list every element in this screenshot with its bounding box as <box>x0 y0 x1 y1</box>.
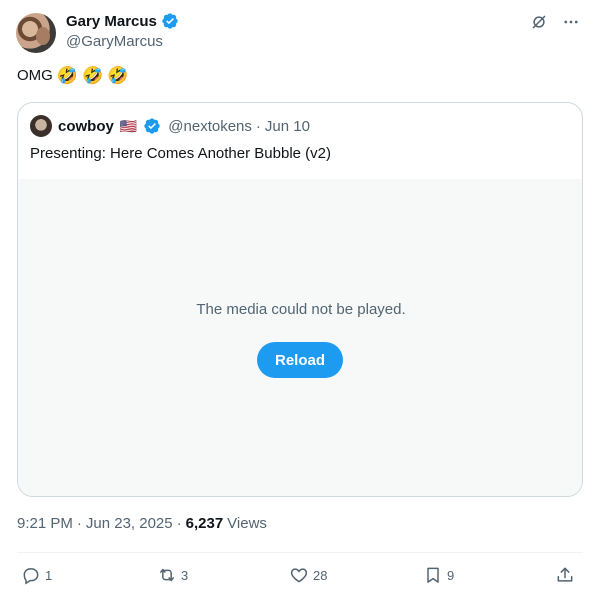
bookmark-icon <box>427 567 439 583</box>
like-button[interactable]: 28 <box>289 565 327 585</box>
reply-button[interactable]: 1 <box>21 565 52 585</box>
repost-icon <box>160 568 174 582</box>
quoted-author-name[interactable]: cowboy <box>58 118 114 135</box>
bookmark-count: 9 <box>447 567 455 583</box>
rofl-emoji: 🤣 <box>82 66 104 85</box>
more-options-icon[interactable] <box>561 12 581 32</box>
tweet-text: OMG 🤣 🤣 🤣 <box>17 67 128 84</box>
bookmark-button[interactable]: 9 <box>423 565 454 585</box>
quoted-tweet[interactable]: cowboy 🇺🇸 @nextokens · Jun 10 Presenting… <box>17 102 583 497</box>
author-handle[interactable]: @GaryMarcus <box>66 33 163 50</box>
reply-count: 1 <box>45 567 53 583</box>
tweet-meta: 9:21 PM · Jun 23, 2025 · 6,237 Views <box>17 515 267 532</box>
quoted-tweet-text: Presenting: Here Comes Another Bubble (v… <box>30 145 331 162</box>
action-bar: 1 3 28 9 <box>17 562 583 590</box>
author-name-row: Gary Marcus <box>66 12 179 30</box>
quoted-date[interactable]: Jun 10 <box>265 118 310 135</box>
media-error-message: The media could not be played. <box>196 301 406 318</box>
rofl-emoji: 🤣 <box>107 66 129 85</box>
quoted-author-avatar[interactable] <box>30 115 52 137</box>
views-label: Views <box>227 515 267 532</box>
meta-separator: · <box>176 515 182 532</box>
tweet: Gary Marcus @GaryMarcus OMG 🤣 🤣 🤣 cowboy <box>0 0 599 600</box>
us-flag-emoji: 🇺🇸 <box>119 117 138 134</box>
quoted-tweet-header: cowboy 🇺🇸 @nextokens · Jun 10 <box>30 115 310 137</box>
repost-count: 3 <box>181 567 189 583</box>
reload-button[interactable]: Reload <box>257 342 343 378</box>
tweet-time[interactable]: 9:21 PM <box>17 515 73 532</box>
tweet-date[interactable]: Jun 23, 2025 <box>86 515 173 532</box>
verified-badge-icon <box>162 13 178 29</box>
author-avatar[interactable] <box>16 13 56 53</box>
tweet-text-content: OMG <box>17 67 53 84</box>
views-count: 6,237 <box>185 515 224 532</box>
quoted-author-handle[interactable]: @nextokens <box>168 118 252 135</box>
top-icons <box>529 12 581 32</box>
share-button[interactable] <box>555 565 575 585</box>
heart-icon <box>290 568 308 583</box>
grok-icon[interactable] <box>529 12 549 32</box>
repost-button[interactable]: 3 <box>157 565 188 585</box>
rofl-emoji: 🤣 <box>56 66 79 85</box>
like-count: 28 <box>313 567 328 583</box>
share-icon <box>557 567 573 582</box>
divider <box>17 552 583 553</box>
meta-separator: · <box>76 515 82 532</box>
author-name[interactable]: Gary Marcus <box>66 13 157 30</box>
verified-badge-icon <box>144 118 160 134</box>
reply-icon <box>23 568 39 585</box>
media-player: The media could not be played. Reload <box>18 179 582 496</box>
quoted-separator: · <box>255 117 261 135</box>
